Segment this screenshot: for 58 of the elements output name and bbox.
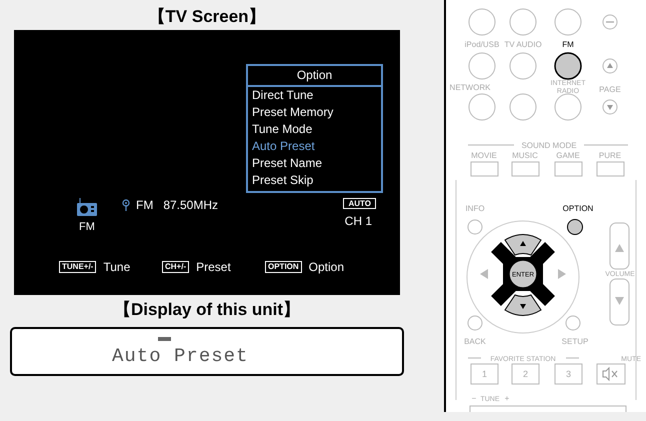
tuned-indicator-icon bbox=[158, 337, 171, 341]
frequency-label: 87.50MHz bbox=[163, 199, 218, 211]
menu-item[interactable]: Preset Memory bbox=[252, 104, 377, 121]
button-label: NETWORK bbox=[450, 83, 490, 92]
button-label: INFO bbox=[465, 204, 485, 213]
setup-button[interactable] bbox=[566, 316, 580, 330]
auto-badge: AUTO bbox=[343, 198, 376, 209]
option-button[interactable] bbox=[567, 219, 583, 235]
section-heading: 【TV Screen】 bbox=[147, 7, 267, 27]
hint-label: Preset bbox=[196, 258, 231, 276]
menu-item[interactable]: Tune Mode bbox=[252, 121, 377, 138]
section-label: SOUND MODE bbox=[521, 141, 577, 150]
key-label: OPTION bbox=[265, 260, 302, 272]
antenna-icon bbox=[122, 199, 130, 211]
tune-plus-label: + bbox=[504, 394, 510, 403]
info-button[interactable] bbox=[468, 220, 482, 234]
button-label: BACK bbox=[464, 337, 486, 346]
volume-down-button[interactable] bbox=[610, 278, 630, 326]
round-button[interactable] bbox=[554, 52, 582, 80]
source-label: FM bbox=[79, 220, 95, 235]
key-label: CH+/- bbox=[162, 260, 190, 272]
mute-button[interactable] bbox=[596, 364, 626, 384]
button-label: PURE bbox=[598, 151, 622, 160]
section-heading: 【Display of this unit】 bbox=[112, 300, 302, 320]
page-down-button[interactable] bbox=[602, 100, 618, 114]
up-button[interactable] bbox=[504, 234, 542, 256]
display-text: Auto Preset bbox=[112, 346, 248, 366]
button-label: TV AUDIO bbox=[504, 40, 542, 49]
channel-label: CH 1 bbox=[344, 213, 372, 230]
radio-icon bbox=[76, 198, 98, 216]
hint-label: Option bbox=[308, 258, 344, 276]
mode-button[interactable] bbox=[554, 162, 582, 176]
volume-up-button[interactable] bbox=[610, 222, 630, 270]
button-label: MOVIE bbox=[471, 151, 497, 160]
menu-item[interactable]: Preset Name bbox=[252, 155, 377, 172]
tune-button[interactable] bbox=[470, 406, 626, 412]
page-up-button[interactable] bbox=[602, 58, 618, 74]
button-label: SETUP bbox=[562, 337, 588, 346]
button-label: OPTION bbox=[562, 204, 594, 213]
page-label: PAGE bbox=[599, 85, 621, 94]
button-label: GAME bbox=[556, 151, 580, 160]
key-label: TUNE+/- bbox=[59, 260, 96, 272]
menu-title: Option bbox=[248, 66, 381, 87]
mode-button[interactable] bbox=[596, 162, 624, 176]
menu-item[interactable]: Direct Tune bbox=[252, 87, 377, 104]
minus-button[interactable] bbox=[602, 14, 618, 30]
band-label: FM bbox=[136, 199, 154, 211]
down-button[interactable] bbox=[504, 294, 542, 316]
tune-minus-label: − bbox=[472, 394, 476, 403]
menu-item[interactable]: Preset Skip bbox=[252, 172, 377, 189]
button-label: FM bbox=[562, 40, 574, 49]
menu-item[interactable]: Auto Preset bbox=[252, 138, 377, 155]
mode-button[interactable] bbox=[512, 162, 540, 176]
hint-label: Tune bbox=[103, 258, 130, 276]
back-button[interactable] bbox=[468, 316, 482, 330]
button-label: iPod/USB bbox=[464, 40, 500, 49]
mode-button[interactable] bbox=[470, 162, 498, 176]
button-label: MUSIC bbox=[512, 151, 538, 160]
